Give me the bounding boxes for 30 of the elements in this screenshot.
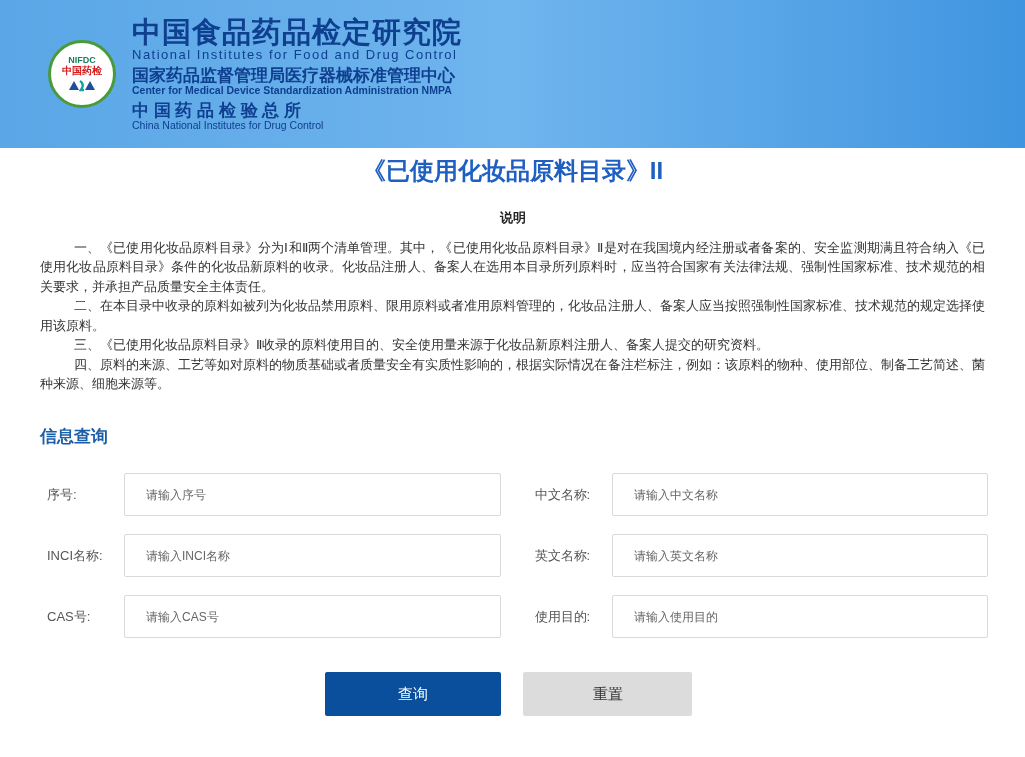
field-label: CAS号: [47, 607, 92, 626]
center-title-english: Center for Medical Device Standardization Administration NMPA [132, 85, 453, 96]
institute-former-title-english: China National Institutes for Drug Control [132, 119, 325, 130]
section-heading: 信息查询 [40, 425, 109, 448]
logo-text: NIFDC [68, 56, 96, 66]
input-field[interactable]: 请输入中文名称 [611, 473, 988, 516]
notes-heading: 说明 [498, 209, 527, 227]
notes-paragraph: 一、《已使用化妆品原料目录》分为Ⅰ和Ⅱ两个清单管理。其中，《已使用化妆品原料目录》Ⅱ是对在我国境内经注册或者备案的、安全监测期满且符合纳入《已使用化妆品原料目录》条件的化妆品新原料的收录。化妆品注册人、备案人在选用本目录所列原料时，应当符合国家有关法律法规、强制性国家标准、技术规范的相关要求，并承担产品质量安全主体责任。 [40, 238, 985, 296]
scale-icon [67, 77, 97, 92]
page-title: 《已使用化妆品原料目录》II [360, 156, 665, 186]
field-label: 英文名称: [534, 546, 592, 565]
notes-paragraph: 三、《已使用化妆品原料目录》Ⅱ收录的原料使用目的、安全使用量来源于化妆品新原料注册人、备案人提交的研究资料。 [72, 336, 770, 354]
field-label: INCI名称: [47, 546, 104, 565]
institute-title-english: National Institutes for Food and Drug Control [132, 48, 459, 61]
field-label: 使用目的: [534, 607, 592, 626]
institute-title: 中国食品药品检定研究院 [132, 18, 462, 47]
search-button[interactable]: 查询 [325, 672, 501, 716]
field-label: 序号: [47, 485, 78, 504]
notes-paragraph: 四、原料的来源、工艺等如对原料的物质基础或者质量安全有实质性影响的，根据实际情况在备注栏标注，例如：该原料的物种、使用部位、制备工艺简述、菌种来源、细胞来源等。 [40, 355, 985, 393]
institute-former-title: 中 国 药 品 检 验 总 所 [132, 101, 303, 119]
logo-text: 中国药检 [62, 65, 102, 78]
input-field[interactable]: 请输入使用目的 [611, 595, 988, 638]
field-label: 中文名称: [534, 485, 592, 504]
reset-button[interactable]: 重置 [523, 672, 692, 716]
input-field[interactable]: 请输入序号 [124, 473, 501, 516]
input-field[interactable]: 请输入CAS号 [124, 595, 501, 638]
input-field[interactable]: 请输入INCI名称 [124, 534, 501, 577]
notes-paragraph: 二、在本目录中收录的原料如被列为化妆品禁用原料、限用原料或者准用原料管理的，化妆品注册人、备案人应当按照强制性国家标准、技术规范的规定选择使用该原料。 [40, 297, 985, 335]
center-title: 国家药品监督管理局医疗器械标准管理中心 [132, 67, 456, 84]
input-field[interactable]: 请输入英文名称 [611, 534, 988, 577]
